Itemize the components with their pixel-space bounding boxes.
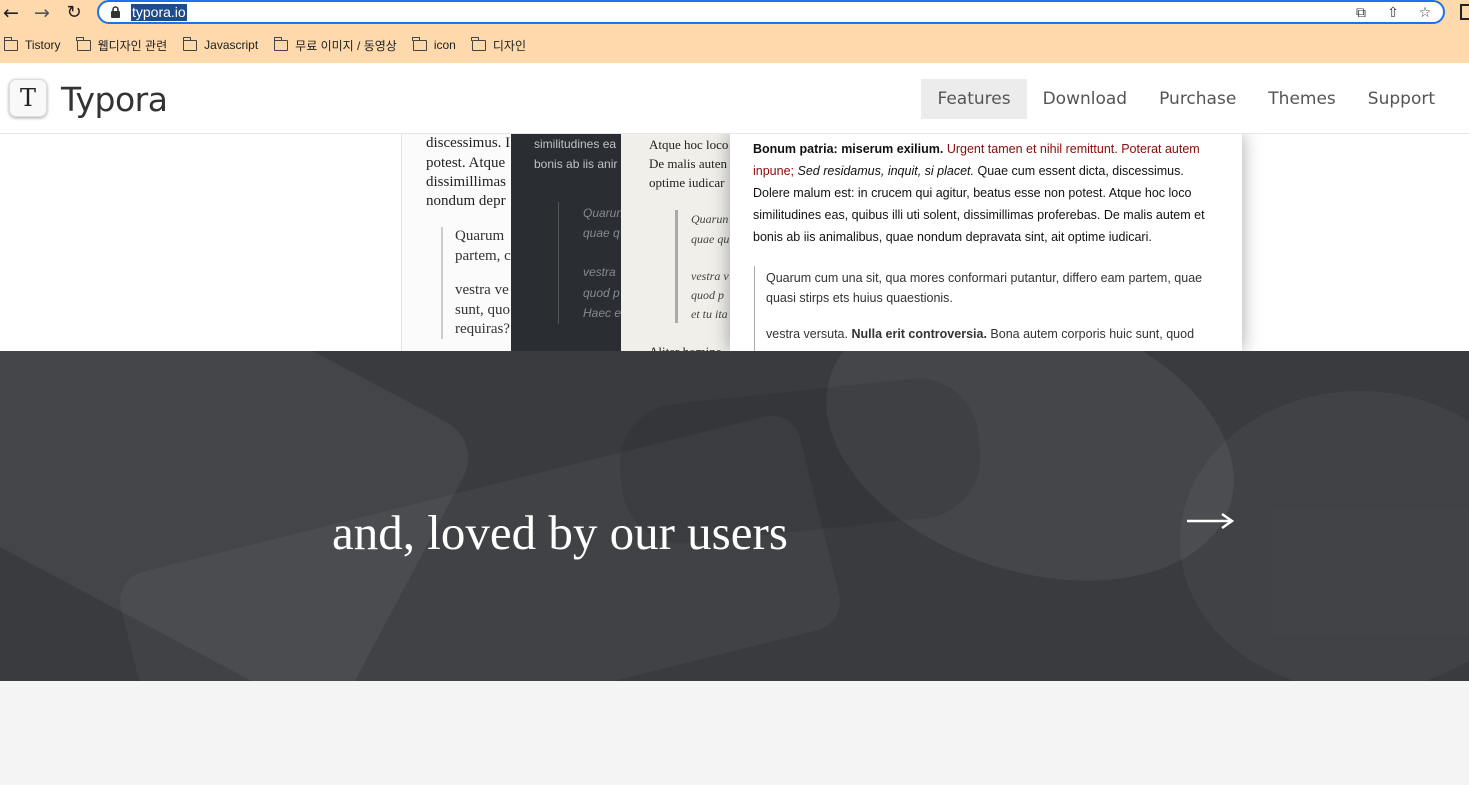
translate-icon[interactable]: ⧉ — [1351, 4, 1371, 22]
bookmark-folder-icon[interactable]: icon — [412, 36, 456, 52]
url-text[interactable]: typora.io — [131, 4, 187, 21]
reload-icon[interactable]: ↻ — [63, 2, 85, 24]
preview-quote: quod p — [583, 286, 620, 300]
users-hero-banner[interactable]: and, loved by our users — [0, 351, 1469, 681]
preview-quote: sunt, quo — [455, 302, 511, 318]
preview-quote: quod p — [691, 288, 724, 302]
bookmark-folder-javascript[interactable]: Javascript — [182, 36, 259, 52]
preview-quote: requiras? — [455, 321, 510, 337]
bookmarks-bar: Tistory 웹디자인 관련 Javascript 무료 이미지 / 동영상 … — [0, 34, 538, 56]
site-header: T Typora Features Download Purchase Them… — [0, 63, 1469, 134]
preview-text: potest. Atque — [426, 155, 506, 171]
preview-bold-text: Bonum patria: miserum exilium. — [753, 142, 944, 156]
side-panel-icon[interactable] — [1460, 4, 1469, 20]
preview-text: Atque hoc loco — [649, 137, 729, 152]
preview-quote: partem, c — [455, 248, 511, 264]
bookmark-label: 디자인 — [492, 38, 526, 53]
theme-preview-github: Bonum patria: miserum exilium. Urgent ta… — [730, 134, 1242, 351]
preview-quote: quae q — [583, 226, 620, 240]
folder-icon — [76, 36, 91, 51]
theme-preview-pixyll: Atque hoc loco De malis auten optime iud… — [621, 134, 733, 351]
hero-title: and, loved by our users — [332, 505, 788, 560]
lock-icon — [111, 6, 120, 18]
folder-icon — [3, 36, 18, 51]
browser-chrome: ← → ↻ typora.io ⧉ ⇧ ☆ Tistory 웹디자인 관련 Ja… — [0, 0, 1469, 63]
bookmark-label: icon — [433, 38, 456, 52]
preview-quote: vestra v — [691, 269, 729, 283]
browser-toolbar: ← → ↻ typora.io ⧉ ⇧ ☆ — [0, 0, 1469, 27]
address-bar-actions: ⧉ ⇧ ☆ — [1351, 4, 1435, 22]
typora-logo[interactable]: T — [9, 79, 47, 117]
folder-icon — [182, 36, 198, 51]
bookmark-folder-webdesign[interactable]: 웹디자인 관련 — [76, 36, 168, 54]
preview-quote: Quarun — [691, 212, 729, 226]
theme-showcase: discessimus. I potest. Atque dissimillim… — [0, 134, 1469, 351]
theme-preview-night: similitudines ea bonis ab iis anir Quaru… — [511, 134, 623, 351]
blockquote-bar — [558, 202, 559, 324]
bookmark-folder-tistory[interactable]: Tistory — [3, 36, 61, 52]
preview-text: similitudines ea — [534, 137, 617, 151]
theme-preview-newsprint: discessimus. I potest. Atque dissimillim… — [401, 134, 514, 351]
folder-icon — [412, 36, 427, 51]
preview-text: bonis ab iis anir — [534, 157, 618, 171]
nav-download[interactable]: Download — [1027, 79, 1144, 119]
main-nav: Features Download Purchase Themes Suppor… — [921, 79, 1451, 119]
folder-icon — [273, 36, 289, 51]
preview-text: Aliter homine — [649, 342, 722, 351]
preview-quote-text: Bona autem corporis huic sunt, quod — [990, 327, 1195, 341]
bookmark-label: Javascript — [204, 38, 259, 52]
brand-name[interactable]: Typora — [61, 80, 168, 119]
preview-quote: vestra ve — [455, 282, 509, 298]
preview-quote: Quarun — [583, 206, 623, 220]
preview-paragraph: Bonum patria: miserum exilium. Urgent ta… — [753, 138, 1223, 248]
blockquote-bar — [675, 210, 678, 323]
preview-quote: Quarum — [455, 228, 505, 244]
bookmark-star-icon[interactable]: ☆ — [1415, 4, 1435, 22]
preview-text: optime iudicar — [649, 175, 725, 190]
blockquote-bar — [441, 227, 443, 339]
address-bar[interactable]: typora.io ⧉ ⇧ ☆ — [97, 0, 1445, 24]
bookmark-label: 무료 이미지 / 동영상 — [295, 38, 397, 53]
preview-quote: vestra — [583, 265, 616, 279]
preview-quote: et tu ita — [691, 307, 728, 321]
share-icon[interactable]: ⇧ — [1383, 4, 1403, 22]
folder-icon — [471, 36, 486, 51]
back-arrow-icon[interactable]: ← — [0, 2, 22, 24]
nav-purchase[interactable]: Purchase — [1143, 79, 1252, 119]
preview-quote-text: vestra versuta. — [766, 327, 848, 341]
preview-italic-text: Sed residamus, inquit, si placet. — [797, 164, 974, 178]
preview-quote: quae qu — [691, 232, 730, 246]
right-arrow-icon[interactable] — [1185, 509, 1237, 533]
preview-text: discessimus. I — [426, 135, 511, 151]
preview-quote: Quarum cum una sit, qua mores conformari… — [766, 271, 1203, 305]
bookmark-label: 웹디자인 관련 — [97, 38, 168, 53]
preview-text: De malis auten — [649, 156, 727, 171]
nav-themes[interactable]: Themes — [1252, 79, 1352, 119]
bookmark-label: Tistory — [25, 38, 61, 52]
nav-support[interactable]: Support — [1352, 79, 1451, 119]
forward-arrow-icon[interactable]: → — [31, 2, 53, 24]
next-section — [0, 681, 1469, 785]
preview-quote: vestra versuta. Nulla erit controversia.… — [766, 324, 1221, 344]
bookmark-folder-free-images[interactable]: 무료 이미지 / 동영상 — [273, 36, 397, 54]
nav-features[interactable]: Features — [921, 79, 1027, 119]
preview-quote-bold: Nulla erit controversia. — [851, 327, 987, 341]
preview-text: nondum depr — [426, 193, 506, 209]
preview-quote: Haec e — [583, 306, 622, 320]
preview-text: dissimillimas — [426, 174, 507, 190]
blockquote-bar — [754, 266, 755, 351]
bookmark-folder-design[interactable]: 디자인 — [471, 36, 526, 54]
